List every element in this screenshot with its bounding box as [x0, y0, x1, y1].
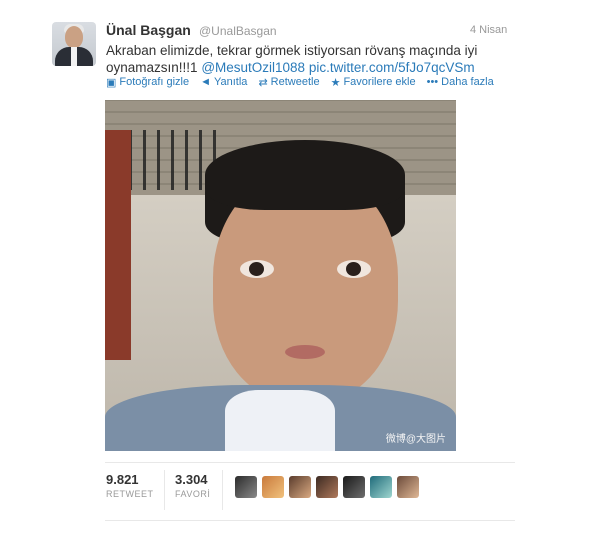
media-link[interactable]: pic.twitter.com/5fJo7qcVSm [309, 60, 475, 75]
reply-label: Yanıtla [214, 76, 248, 88]
retweet-stat[interactable]: 9.821 RETWEET [106, 472, 154, 499]
favoriter-avatar[interactable] [370, 476, 392, 498]
favorite-stat-label: FAVORİ [175, 489, 211, 499]
favoriter-avatar[interactable] [262, 476, 284, 498]
favoriter-avatar[interactable] [289, 476, 311, 498]
favorite-action[interactable]: ★ Favorilere ekle [331, 75, 416, 89]
retweet-action[interactable]: ⇄ Retweetle [258, 75, 319, 89]
favoriter-avatar[interactable] [316, 476, 338, 498]
favorite-stat[interactable]: 3.304 FAVORİ [175, 472, 210, 499]
retweet-stat-label: RETWEET [106, 489, 154, 499]
retweet-count: 9.821 [106, 472, 139, 487]
more-action[interactable]: ••• Daha fazla [427, 75, 494, 89]
more-icon: ••• [426, 76, 439, 88]
reply-action[interactable]: ◄ Yanıtla [200, 75, 247, 89]
hide-photo-label: Fotoğrafı gizle [119, 76, 190, 88]
favoriter-avatar[interactable] [397, 476, 419, 498]
user-handle[interactable]: @UnalBasgan [199, 24, 277, 38]
stat-separator [164, 470, 165, 510]
favoriter-avatar[interactable] [235, 476, 257, 498]
favorite-label: Favorilere ekle [343, 76, 416, 88]
tweet-actions: ▣ Fotoğrafı gizle ◄ Yanıtla ⇄ Retweetle … [106, 75, 505, 89]
hide-photo-action[interactable]: ▣ Fotoğrafı gizle [106, 75, 189, 89]
tweet-date[interactable]: 4 Nisan [470, 24, 507, 36]
divider [105, 520, 515, 521]
retweet-icon: ⇄ [258, 76, 268, 89]
display-name[interactable]: Ünal Başgan [106, 22, 191, 38]
star-icon: ★ [330, 76, 341, 89]
photo-watermark: 微博@大图片 [385, 434, 446, 445]
favoriter-avatar[interactable] [343, 476, 365, 498]
reply-icon: ◄ [200, 76, 211, 88]
more-label: Daha fazla [441, 76, 494, 88]
divider [105, 462, 515, 463]
mention-link[interactable]: @MesutOzil1088 [201, 60, 305, 75]
stat-separator [222, 470, 223, 510]
tweet-photo[interactable]: 微博@大图片 [105, 100, 456, 451]
favorite-count: 3.304 [175, 472, 208, 487]
user-avatar[interactable] [52, 22, 96, 66]
retweet-label: Retweetle [270, 76, 320, 88]
tweet-text: Akraban elimizde, tekrar görmek istiyors… [106, 42, 506, 76]
photo-icon: ▣ [106, 76, 117, 89]
favoriter-avatars [235, 476, 419, 498]
